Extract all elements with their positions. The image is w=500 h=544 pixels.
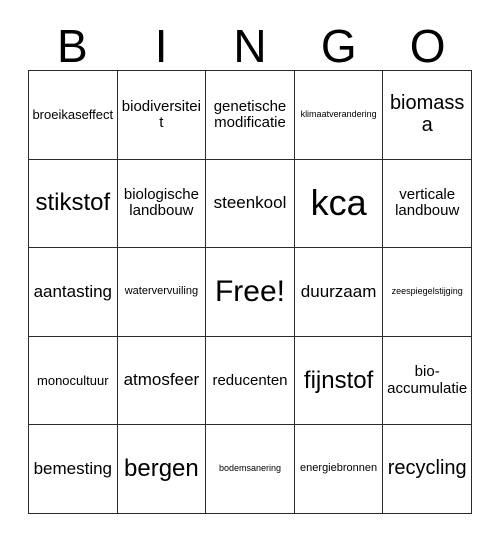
bingo-cell[interactable]: atmosfeer	[117, 336, 207, 426]
bingo-cell[interactable]: bemesting	[29, 425, 118, 514]
bingo-cell-label: bemesting	[33, 459, 113, 478]
bingo-header: B I N G O	[28, 22, 472, 70]
bingo-cell-label: biologische landbouw	[123, 186, 199, 220]
bingo-cell-label: biodiversiteit	[121, 97, 201, 131]
bingo-cell-label: duurzaam	[300, 281, 377, 301]
bingo-cell-label: reducenten	[212, 371, 288, 389]
bingo-cell-label: stikstof	[35, 189, 111, 217]
bingo-header-letter-o: O	[409, 20, 446, 72]
bingo-cell[interactable]: biologische landbouw	[117, 159, 207, 249]
bingo-cell[interactable]: bergen	[117, 425, 207, 514]
bingo-grid: broeikaseffect biodiversiteit genetische m…	[28, 70, 472, 514]
bingo-cell[interactable]: bio-accumulatie	[383, 336, 472, 426]
bingo-cell-label: bio-accumulatie	[387, 363, 468, 397]
bingo-cell[interactable]: watervervuiling	[117, 248, 207, 337]
bingo-cell-label: biomassa	[389, 92, 465, 136]
bingo-cell[interactable]: genetische modificatie	[206, 71, 295, 160]
bingo-cell-label: kca	[310, 181, 367, 223]
bingo-card: B I N G O broeikaseffect biodiversiteit ge…	[0, 0, 500, 544]
bingo-cell[interactable]: reducenten	[206, 336, 295, 426]
bingo-cell[interactable]: aantasting	[29, 248, 118, 337]
bingo-cell-label: energiebronnen	[300, 462, 378, 475]
bingo-cell-label: fijnstof	[303, 366, 374, 394]
bingo-cell[interactable]: biodiversiteit	[117, 71, 207, 160]
bingo-cell-label: monocultuur	[37, 372, 109, 388]
bingo-header-letter-n: N	[233, 20, 267, 72]
bingo-cell-label: steenkool	[213, 193, 287, 213]
bingo-cell-label: watervervuiling	[124, 285, 199, 298]
bingo-cell[interactable]: broeikaseffect	[29, 71, 118, 160]
bingo-header-letter-b: B	[57, 20, 88, 72]
bingo-cell-label: atmosfeer	[123, 370, 200, 390]
bingo-cell[interactable]: recycling	[383, 425, 472, 514]
bingo-free-space-cell[interactable]: Free!	[206, 248, 295, 337]
bingo-cell[interactable]: energiebronnen	[294, 425, 384, 514]
bingo-cell[interactable]: zeespiegelstijging	[383, 248, 472, 337]
bingo-cell[interactable]: steenkool	[206, 159, 295, 249]
bingo-cell[interactable]: bodemsanering	[206, 425, 295, 514]
bingo-cell[interactable]: fijnstof	[294, 336, 384, 426]
bingo-cell-label: klimaatverandering	[300, 108, 377, 119]
bingo-cell-label: aantasting	[33, 281, 113, 301]
bingo-cell[interactable]: kca	[294, 159, 384, 249]
bingo-cell-label: broeikaseffect	[32, 106, 114, 122]
bingo-cell[interactable]: klimaatverandering	[294, 71, 384, 160]
bingo-cell[interactable]: duurzaam	[294, 248, 384, 337]
bingo-cell[interactable]: monocultuur	[29, 336, 118, 426]
bingo-cell-label: bergen	[124, 455, 199, 483]
bingo-cell-label: bodemsanering	[218, 463, 282, 474]
bingo-cell-label: verticale landbouw	[395, 186, 460, 220]
bingo-header-letter-g: G	[320, 20, 357, 72]
bingo-cell[interactable]: verticale landbouw	[383, 159, 472, 249]
bingo-header-letter-i: I	[154, 20, 168, 72]
bingo-cell-label: Free!	[214, 274, 285, 308]
bingo-cell-label: recycling	[387, 457, 467, 480]
bingo-cell[interactable]: stikstof	[29, 159, 118, 249]
bingo-cell-label: genetische modificatie	[213, 97, 287, 131]
bingo-cell[interactable]: biomassa	[383, 71, 472, 160]
bingo-cell-label: zeespiegelstijging	[391, 286, 463, 297]
